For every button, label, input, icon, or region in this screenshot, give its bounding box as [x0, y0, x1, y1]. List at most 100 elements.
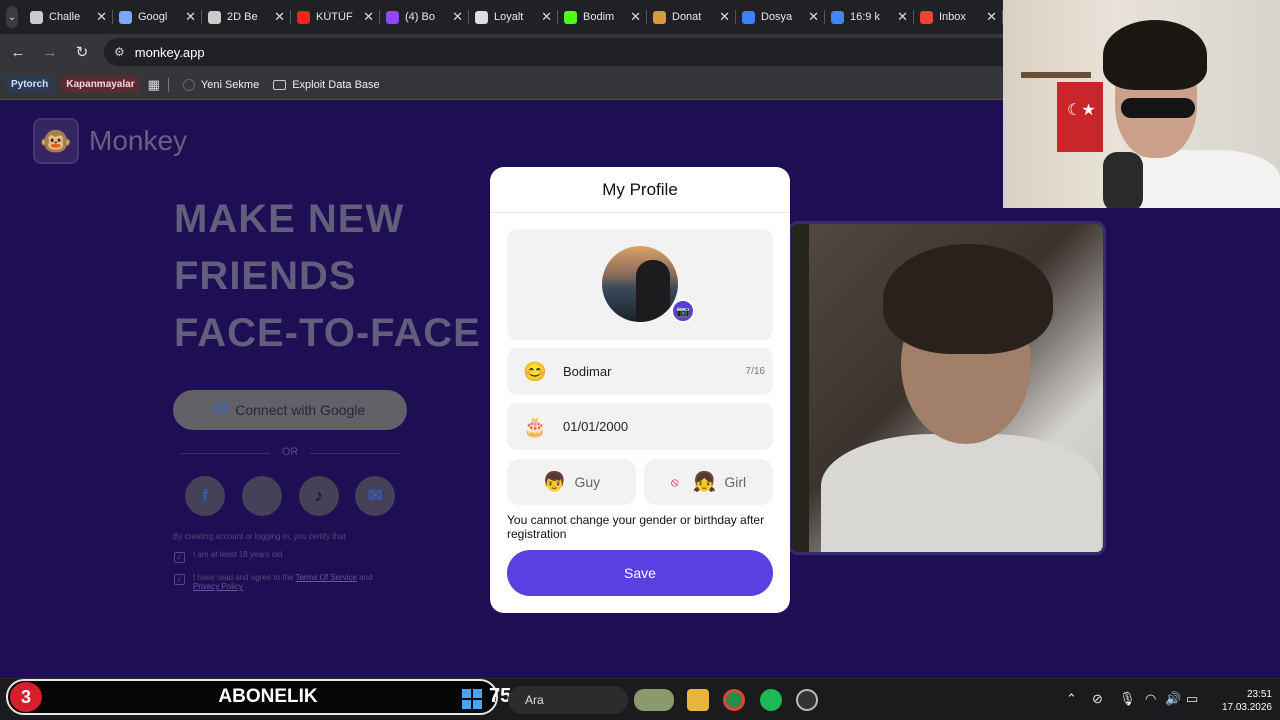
browser-tab[interactable]: Dosya ✕ [736, 0, 825, 34]
browser-tab[interactable]: Donat ✕ [647, 0, 736, 34]
bookmark-pytorch[interactable]: Pytorch [6, 76, 54, 93]
webcam-person-hair [1103, 20, 1207, 90]
tray-chevron-icon[interactable]: ⌃ [1066, 691, 1077, 707]
tab-title: Donat [672, 11, 702, 23]
cake-icon: 🎂 [523, 416, 547, 438]
tab-title: 16:9 k [850, 11, 880, 23]
kick-icon [564, 10, 577, 24]
file-explorer-icon[interactable] [687, 689, 709, 711]
address-bar: ← → ↻ ⚙ monkey.app [0, 34, 1003, 70]
bookmark-label: Yeni Sekme [200, 78, 260, 91]
gender-girl-label: Girl [724, 474, 747, 490]
browser-tab[interactable]: 16:9 k ✕ [825, 0, 914, 34]
browser-tab[interactable]: Bodim ✕ [558, 0, 647, 34]
system-clock[interactable]: 23:51 17.03.2026 [1212, 688, 1272, 714]
browser-tab[interactable]: Inbox ✕ [914, 0, 1003, 34]
github-icon [475, 10, 488, 24]
bookmark-separator [167, 77, 169, 92]
tab-title: Googl [138, 11, 168, 23]
close-icon[interactable]: ✕ [630, 9, 641, 25]
close-icon[interactable]: ✕ [541, 9, 552, 25]
back-icon[interactable]: ← [4, 44, 32, 61]
avatar-photo-person [636, 260, 670, 322]
girl-icon: 👧 [692, 472, 717, 493]
tab-search-button[interactable]: ⌄ [6, 6, 18, 28]
reload-icon[interactable]: ↻ [68, 43, 96, 61]
profile-modal: My Profile 📷 😊 Bodimar 7/16 🎂 01/01/2000… [490, 167, 790, 613]
browser-tab[interactable]: Googl ✕ [113, 0, 202, 34]
tab-title: Challe [49, 11, 81, 23]
browser-tab[interactable]: KÜTÜF ✕ [291, 0, 380, 34]
bookmarks-bar: Pytorch Kapanmayalar ▦ Yeni Sekme Exploi… [0, 70, 1003, 100]
tab-title: KÜTÜF [316, 11, 353, 23]
bookmark-label: Exploit Data Base [292, 78, 380, 91]
widget-icon[interactable] [634, 689, 674, 711]
avatar-card: 📷 [507, 229, 773, 340]
name-value: Bodimar [563, 364, 612, 379]
browser-tab[interactable]: Loyalt ✕ [469, 0, 558, 34]
gemini-icon [119, 10, 132, 24]
unity-icon [30, 10, 43, 24]
browser-tab-strip: ⌄ Challe ✕ Googl ✕ 2D Be ✕ KÜTÜF ✕ (4) Bo ✕ Loyalt… [0, 0, 1003, 34]
volume-icon[interactable]: 🔊 [1165, 691, 1181, 707]
drive-icon [742, 10, 755, 24]
windows-taskbar: 3 ABONELIK 75 Ara ⌃ ⊘ 🎙 ◠ 🔊 ▭ 23:51 17.0… [0, 678, 1280, 720]
close-icon[interactable]: ✕ [897, 9, 908, 25]
boy-icon: 👦 [542, 472, 567, 493]
gender-girl-button[interactable]: ⦸ 👧 Girl [644, 459, 773, 505]
app-icon[interactable] [796, 689, 818, 711]
browser-tab[interactable]: (4) Bo ✕ [380, 0, 469, 34]
unity-icon [208, 10, 221, 24]
tab-title: Inbox [939, 11, 966, 23]
spotify-icon[interactable] [760, 689, 782, 711]
apps-grid-icon[interactable]: ▦ [148, 77, 160, 93]
battery-icon[interactable]: ▭ [1186, 691, 1198, 707]
gender-guy-button[interactable]: 👦 Guy [507, 459, 636, 505]
name-field[interactable]: 😊 Bodimar 7/16 [507, 348, 773, 395]
close-icon[interactable]: ✕ [808, 9, 819, 25]
close-icon[interactable]: ✕ [185, 9, 196, 25]
avatar[interactable] [602, 246, 678, 322]
gender-birthday-warning: You cannot change your gender or birthda… [507, 513, 765, 541]
youtube-icon [297, 10, 310, 24]
close-icon[interactable]: ✕ [986, 9, 997, 25]
camera-icon[interactable]: 📷 [671, 299, 695, 323]
subscriber-label: ABONELIK [218, 686, 318, 707]
network-icon[interactable]: ⊘ [1092, 691, 1103, 707]
taskbar-search[interactable]: Ara [508, 686, 628, 714]
browser-tab[interactable]: 2D Be ✕ [202, 0, 291, 34]
tab-title: 2D Be [227, 11, 258, 23]
donate-icon [653, 10, 666, 24]
close-icon[interactable]: ✕ [96, 9, 107, 25]
tab-title: Bodim [583, 11, 615, 23]
mic-icon[interactable]: 🎙 [1119, 691, 1136, 707]
wifi-icon[interactable]: ◠ [1145, 691, 1156, 707]
webcam-person-shirt [1123, 150, 1280, 208]
webcam-person-glasses [1121, 98, 1195, 118]
subscriber-widget: 3 ABONELIK [6, 679, 498, 715]
modal-title: My Profile [490, 167, 790, 213]
windows-start-icon[interactable] [462, 689, 482, 709]
chrome-icon[interactable] [723, 689, 745, 711]
bookmark-exploit-db[interactable]: Exploit Data Base [273, 78, 380, 91]
bookmark-kapanmayalar[interactable]: Kapanmayalar [61, 76, 140, 93]
birthday-field[interactable]: 🎂 01/01/2000 [507, 403, 773, 450]
clock-date: 17.03.2026 [1221, 702, 1272, 713]
url-input[interactable]: ⚙ monkey.app [104, 38, 1003, 66]
close-icon[interactable]: ✕ [452, 9, 463, 25]
close-icon[interactable]: ✕ [274, 9, 285, 25]
bookmark-yeni-sekme[interactable]: Yeni Sekme [182, 78, 260, 91]
microphone [1103, 152, 1143, 208]
save-button[interactable]: Save [507, 550, 773, 596]
close-icon[interactable]: ✕ [363, 9, 374, 25]
webcam-shelf [1021, 72, 1091, 78]
site-info-icon[interactable]: ⚙ [114, 45, 125, 59]
folder-icon [273, 79, 287, 90]
name-counter: 7/16 [745, 366, 765, 377]
forward-icon[interactable]: → [36, 44, 64, 61]
twitch-icon [386, 10, 399, 24]
clock-time: 23:51 [1246, 689, 1272, 700]
birthday-value: 01/01/2000 [563, 419, 629, 434]
close-icon[interactable]: ✕ [719, 9, 730, 25]
browser-tab[interactable]: Challe ✕ [24, 0, 113, 34]
